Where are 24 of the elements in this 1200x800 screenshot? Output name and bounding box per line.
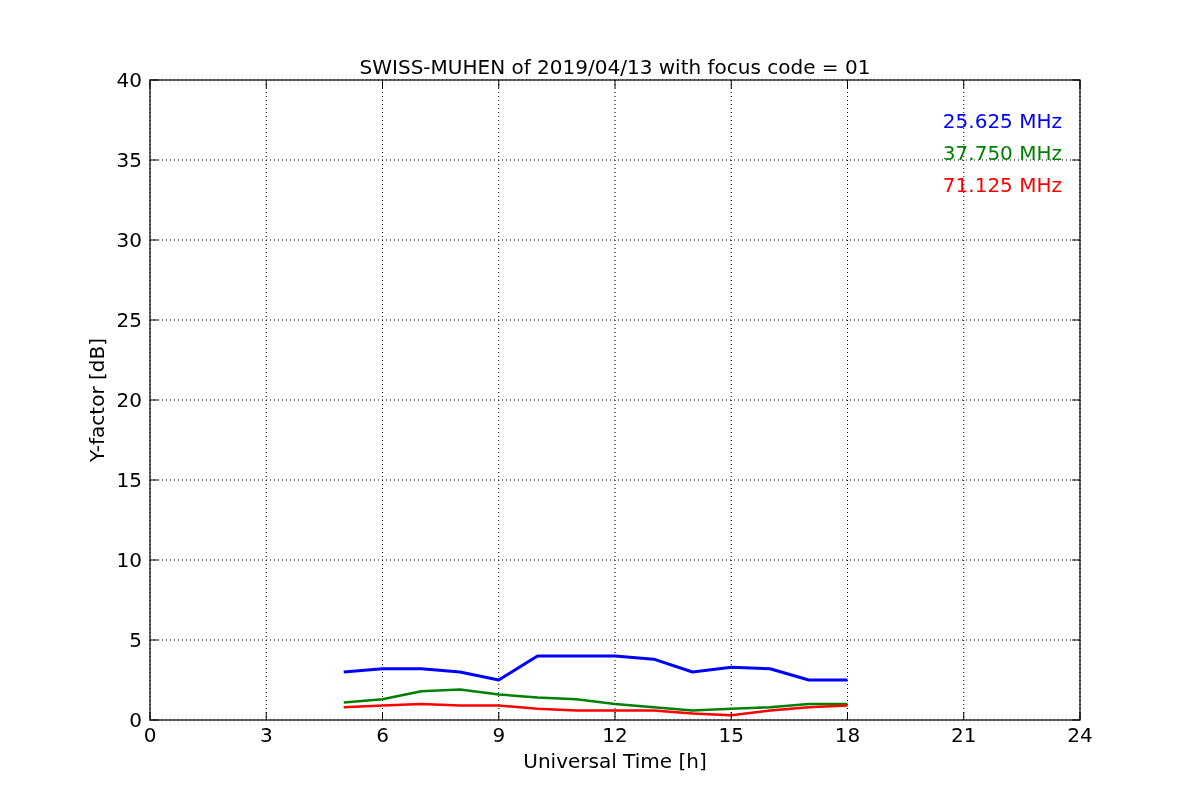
x-tick-label: 9 (492, 723, 506, 747)
x-tick-label: 6 (376, 723, 389, 747)
y-tick-label: 10 (116, 548, 142, 572)
chart-title: SWISS-MUHEN of 2019/04/13 with focus code = 01 (359, 55, 871, 79)
y-axis-label: Y-factor [dB] (85, 338, 109, 462)
x-tick-label: 24 (1067, 723, 1093, 747)
legend-label: 37.750 MHz (942, 141, 1062, 165)
y-tick-label: 15 (116, 468, 142, 492)
x-tick-label: 3 (259, 723, 273, 747)
y-tick-label: 0 (129, 708, 142, 732)
x-tick-label: 0 (143, 723, 157, 747)
x-tick-label: 21 (951, 723, 977, 747)
legend-label: 71.125 MHz (942, 173, 1062, 197)
y-tick-label: 20 (116, 388, 142, 412)
y-tick-label: 25 (116, 308, 142, 332)
legend-label: 25.625 MHz (942, 109, 1062, 133)
x-tick-label: 18 (834, 723, 861, 747)
y-tick-label: 40 (116, 68, 142, 92)
y-tick-label: 35 (116, 148, 142, 172)
x-axis-label: Universal Time [h] (523, 749, 707, 773)
y-tick-label: 30 (116, 228, 142, 252)
x-tick-label: 15 (718, 723, 744, 747)
x-tick-label: 12 (602, 723, 628, 747)
y-tick-label: 5 (129, 628, 142, 652)
